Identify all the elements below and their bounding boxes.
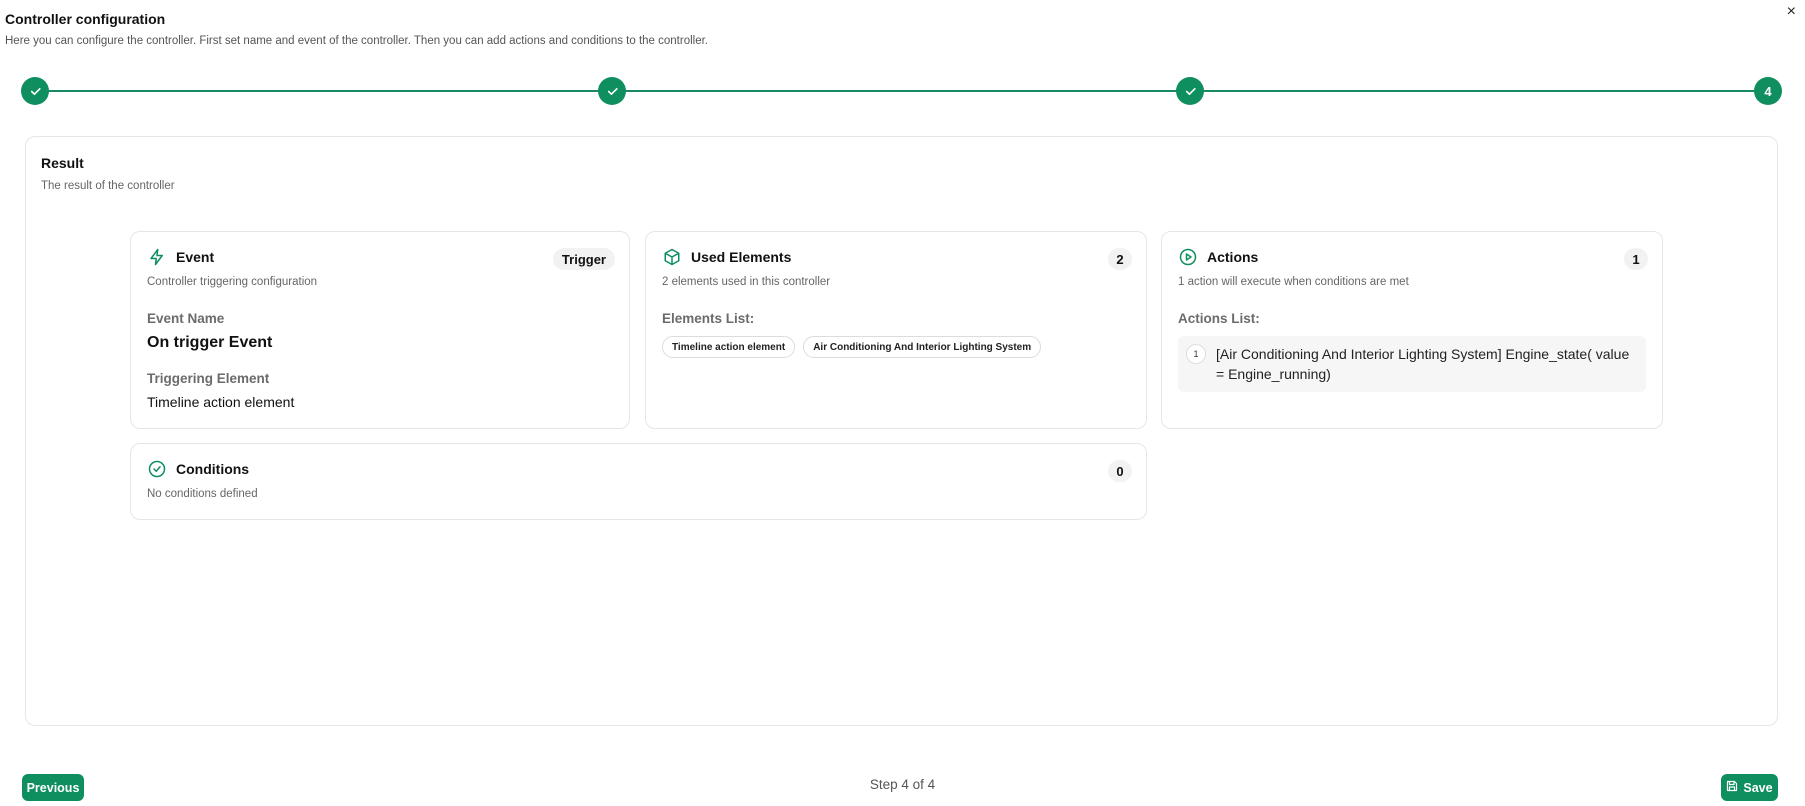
result-panel: Result The result of the controller Even… xyxy=(25,136,1778,726)
event-name-label: Event Name xyxy=(147,311,225,326)
lightning-icon xyxy=(147,247,167,267)
actions-list-label: Actions List: xyxy=(1178,311,1260,326)
elements-chips: Timeline action element Air Conditioning… xyxy=(662,336,1042,358)
step-2-check-icon[interactable] xyxy=(598,77,626,105)
triggering-element-value: Timeline action element xyxy=(147,394,295,410)
conditions-count-badge: 0 xyxy=(1108,460,1132,482)
result-title: Result xyxy=(41,155,84,171)
event-card-title: Event xyxy=(176,249,215,265)
element-chip: Air Conditioning And Interior Lighting S… xyxy=(803,336,1042,358)
conditions-desc: No conditions defined xyxy=(147,488,258,500)
step-4-current[interactable]: 4 xyxy=(1754,77,1782,105)
triggering-element-label: Triggering Element xyxy=(147,371,270,386)
actions-count-badge: 1 xyxy=(1624,248,1648,270)
page-title: Controller configuration xyxy=(5,11,166,27)
step-1-check-icon[interactable] xyxy=(21,77,49,105)
play-circle-icon xyxy=(1178,247,1198,267)
trigger-badge: Trigger xyxy=(552,248,615,270)
elements-count-badge: 2 xyxy=(1108,248,1132,270)
page-subtitle: Here you can configure the controller. F… xyxy=(5,35,708,47)
used-elements-title: Used Elements xyxy=(691,249,792,265)
stepper-line xyxy=(35,90,1768,92)
close-icon[interactable]: × xyxy=(1787,4,1796,20)
step-indicator: Step 4 of 4 xyxy=(869,777,936,792)
event-card: Event Trigger Controller triggering conf… xyxy=(130,231,630,429)
conditions-card: Conditions 0 No conditions defined xyxy=(130,443,1147,520)
event-name-value: On trigger Event xyxy=(147,334,273,351)
action-text: [Air Conditioning And Interior Lighting … xyxy=(1216,346,1630,382)
save-icon xyxy=(1726,780,1738,795)
save-label: Save xyxy=(1743,780,1773,795)
used-elements-card: Used Elements 2 2 elements used in this … xyxy=(645,231,1147,429)
action-list-item: 1 [Air Conditioning And Interior Lightin… xyxy=(1178,336,1646,392)
elements-list-label: Elements List: xyxy=(662,311,755,326)
save-button[interactable]: Save xyxy=(1721,774,1778,801)
actions-desc: 1 action will execute when conditions ar… xyxy=(1178,276,1409,288)
element-chip: Timeline action element xyxy=(662,336,796,358)
actions-title: Actions xyxy=(1207,249,1259,265)
check-circle-icon xyxy=(147,459,167,479)
cube-icon xyxy=(662,247,682,267)
used-elements-desc: 2 elements used in this controller xyxy=(662,276,831,288)
action-number: 1 xyxy=(1186,344,1206,364)
stepper: 4 xyxy=(21,77,1782,105)
actions-card: Actions 1 1 action will execute when con… xyxy=(1161,231,1663,429)
step-3-check-icon[interactable] xyxy=(1176,77,1204,105)
conditions-title: Conditions xyxy=(176,461,250,477)
result-subtitle: The result of the controller xyxy=(41,180,175,192)
event-card-desc: Controller triggering configuration xyxy=(147,276,318,288)
